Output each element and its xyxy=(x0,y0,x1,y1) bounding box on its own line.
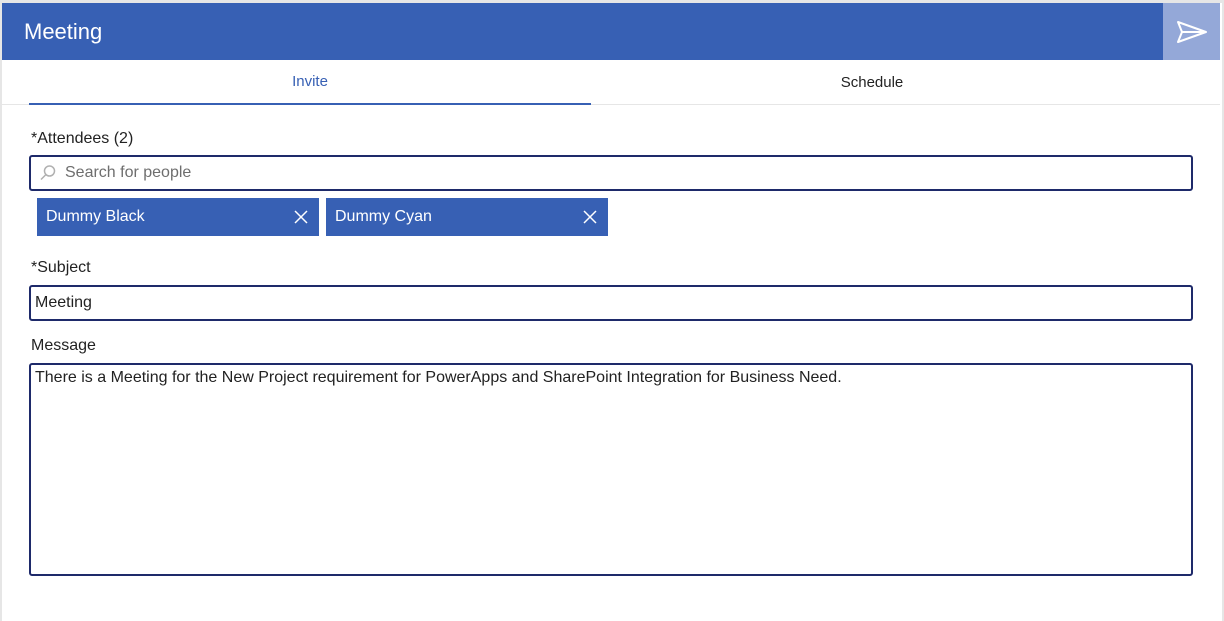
subject-label: *Subject xyxy=(31,259,91,276)
message-field[interactable]: There is a Meeting for the New Project r… xyxy=(29,363,1193,576)
attendees-label: *Attendees (2) xyxy=(31,130,134,147)
page-title: Meeting xyxy=(24,19,103,44)
tab-invite[interactable]: Invite xyxy=(29,60,591,105)
tab-schedule[interactable]: Schedule xyxy=(591,60,1153,105)
tab-bar: Invite Schedule xyxy=(2,60,1220,105)
header-bar: Meeting xyxy=(2,3,1163,60)
attendee-chip: Dummy Cyan xyxy=(326,198,608,236)
send-button[interactable] xyxy=(1163,3,1220,60)
search-icon xyxy=(40,165,56,181)
attendee-chip: Dummy Black xyxy=(37,198,319,236)
close-icon[interactable] xyxy=(582,209,598,225)
search-input[interactable] xyxy=(65,157,1185,189)
attendee-chip-label: Dummy Cyan xyxy=(335,208,432,225)
subject-field[interactable]: Meeting xyxy=(29,285,1193,321)
message-label: Message xyxy=(31,337,96,354)
attendee-chip-label: Dummy Black xyxy=(46,208,145,225)
close-icon[interactable] xyxy=(293,209,309,225)
people-search-box xyxy=(29,155,1193,191)
send-icon xyxy=(1176,20,1207,43)
